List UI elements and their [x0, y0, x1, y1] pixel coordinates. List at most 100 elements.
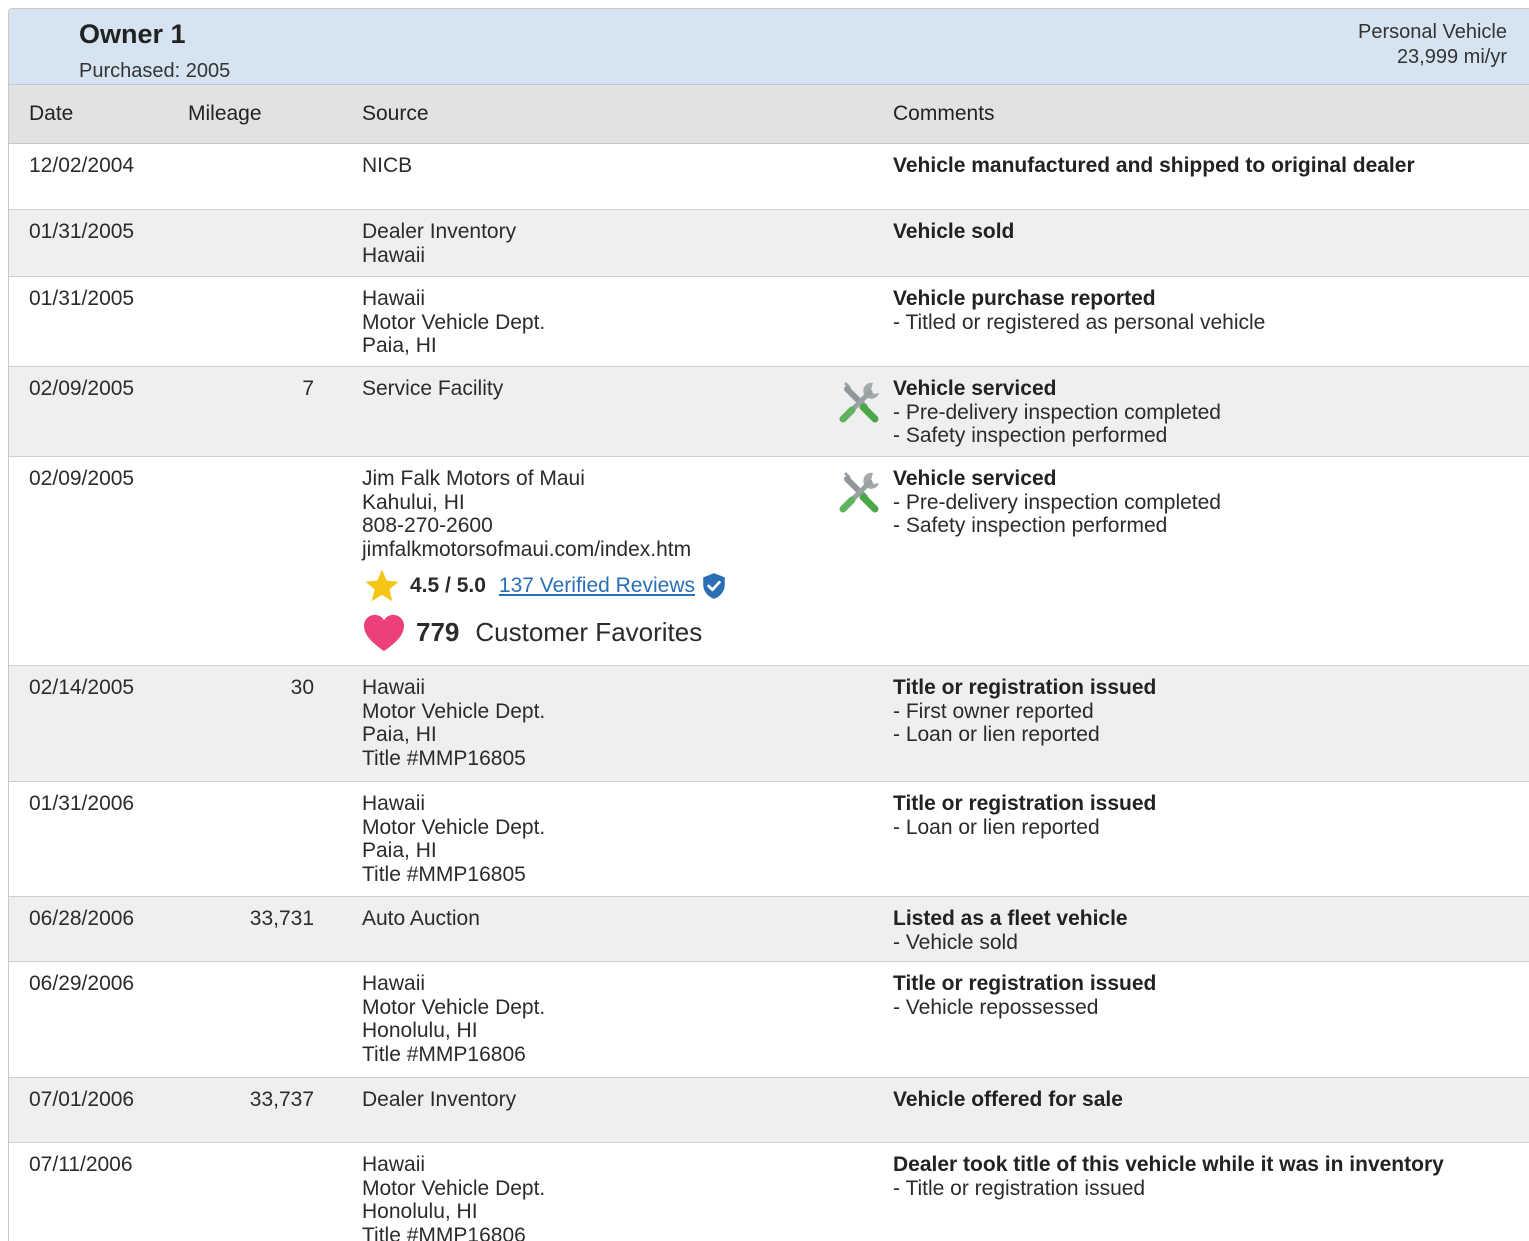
source-line: Kahului, HI — [362, 491, 727, 515]
table-row: 12/02/2004 NICB Vehicle manufactured and … — [9, 144, 1529, 210]
row-date: 12/02/2004 — [29, 154, 134, 178]
comment-title-text: Listed as a fleet vehicle — [893, 907, 1128, 930]
table-row: 07/01/2006 33,737 Dealer Inventory Vehicle… — [9, 1078, 1529, 1143]
row-date: 02/09/2005 — [29, 377, 134, 401]
table-row: 01/31/2006HawaiiMotor Vehicle Dept.Paia,… — [9, 782, 1529, 897]
row-comments: Vehicle sold — [893, 220, 1014, 244]
purchase-year: Purchased: 2005 — [79, 60, 230, 83]
source-line: Service Facility — [362, 377, 503, 401]
source-line: Motor Vehicle Dept. — [362, 816, 545, 840]
source-line: Paia, HI — [362, 839, 545, 863]
source-line: Auto Auction — [362, 907, 480, 931]
row-source: Dealer InventoryHawaii — [362, 220, 516, 267]
comment-title-text: Vehicle offered for sale — [893, 1088, 1123, 1111]
table-row: 06/29/2006HawaiiMotor Vehicle Dept.Honol… — [9, 962, 1529, 1078]
row-comments: Listed as a fleet vehicle- Vehicle sold — [893, 907, 1128, 954]
table-row: 06/28/200633,731Auto Auction Listed as a… — [9, 897, 1529, 962]
source-line: Hawaii — [362, 287, 545, 311]
comment-title-text: Dealer took title of this vehicle while … — [893, 1153, 1444, 1176]
wrench-screwdriver-icon — [835, 377, 883, 425]
source-line: Title #MMP16805 — [362, 863, 545, 887]
source-line: Hawaii — [362, 1153, 545, 1177]
table-row: 02/09/2005 7 Service Facility Vehicle serv… — [9, 367, 1529, 457]
verified-badge-icon — [701, 572, 727, 600]
comment-detail: - Titled or registered as personal vehic… — [893, 311, 1265, 335]
comment-detail: - Safety inspection performed — [893, 514, 1221, 538]
source-line: 808-270-2600 — [362, 514, 727, 538]
row-comments: Vehicle serviced- Pre-delivery inspectio… — [893, 377, 1221, 448]
row-source: HawaiiMotor Vehicle Dept.Honolulu, HITit… — [362, 972, 545, 1066]
row-date: 06/28/2006 — [29, 907, 134, 931]
comment-title: Vehicle offered for sale — [893, 1088, 1123, 1112]
row-source: NICB — [362, 154, 412, 178]
source-line: Motor Vehicle Dept. — [362, 996, 545, 1020]
comment-title: Vehicle serviced — [893, 467, 1221, 491]
row-source: HawaiiMotor Vehicle Dept.Honolulu, HITit… — [362, 1153, 545, 1241]
rating-value: 4.5 / 5.0 — [410, 574, 486, 598]
row-source: HawaiiMotor Vehicle Dept.Paia, HI — [362, 287, 545, 358]
owner-summary: Personal Vehicle 23,999 mi/yr — [1358, 20, 1507, 70]
star-icon — [362, 567, 402, 605]
comment-title-text: Vehicle serviced — [893, 377, 1056, 400]
comment-title: Title or registration issued — [893, 676, 1156, 700]
comment-title: Vehicle serviced — [893, 377, 1221, 401]
row-comments: Title or registration issued- Loan or li… — [893, 792, 1156, 839]
comment-title: Dealer took title of this vehicle while … — [893, 1153, 1444, 1177]
comment-title: Vehicle sold — [893, 220, 1014, 244]
col-date-header: Date — [29, 102, 73, 126]
table-row: 01/31/2005 HawaiiMotor Vehicle Dept.Paia,… — [9, 277, 1529, 367]
source-line: Dealer Inventory — [362, 220, 516, 244]
source-line: Motor Vehicle Dept. — [362, 311, 545, 335]
comment-detail: - Pre-delivery inspection completed — [893, 401, 1221, 425]
row-source: Auto Auction — [362, 907, 480, 931]
row-date: 07/01/2006 — [29, 1088, 134, 1112]
comment-detail: - Safety inspection performed — [893, 424, 1221, 448]
comment-title-text: Vehicle purchase reported — [893, 287, 1156, 310]
comment-detail: - Title or registration issued — [893, 1177, 1444, 1201]
customer-favorites: 779 Customer Favorites — [362, 611, 727, 655]
comment-detail: - First owner reported — [893, 700, 1156, 724]
source-line: Dealer Inventory — [362, 1088, 516, 1112]
row-date: 07/11/2006 — [29, 1153, 133, 1177]
row-mileage: 7 — [189, 377, 314, 401]
owner-history-panel: Owner 1 Purchased: 2005 Personal Vehicle… — [8, 8, 1529, 1241]
comment-detail: - Loan or lien reported — [893, 723, 1156, 747]
comment-title-text: Title or registration issued — [893, 792, 1156, 815]
row-comments: Vehicle manufactured and shipped to orig… — [893, 154, 1415, 178]
favorites-label: Customer Favorites — [475, 621, 702, 645]
row-date: 01/31/2005 — [29, 287, 134, 311]
table-header: Date Mileage Source Comments — [9, 85, 1529, 144]
row-comments: Vehicle offered for sale — [893, 1088, 1123, 1112]
row-source: HawaiiMotor Vehicle Dept.Paia, HITitle #… — [362, 676, 545, 770]
comment-title: Listed as a fleet vehicle — [893, 907, 1128, 931]
verified-reviews-link[interactable]: 137 Verified Reviews — [499, 574, 695, 598]
row-date: 01/31/2005 — [29, 220, 134, 244]
source-line: Honolulu, HI — [362, 1200, 545, 1224]
row-comments: Title or registration issued- First owne… — [893, 676, 1156, 747]
row-mileage: 30 — [189, 676, 314, 700]
row-source: Dealer Inventory — [362, 1088, 516, 1112]
comment-detail: - Loan or lien reported — [893, 816, 1156, 840]
comment-title: Title or registration issued — [893, 792, 1156, 816]
comment-title: Vehicle purchase reported — [893, 287, 1265, 311]
dealer-rating: 4.5 / 5.0 137 Verified Reviews — [362, 569, 727, 603]
source-line: NICB — [362, 154, 412, 178]
source-line: Jim Falk Motors of Maui — [362, 467, 727, 491]
row-source: Jim Falk Motors of MauiKahului, HI808-27… — [362, 467, 727, 655]
favorites-count: 779 — [416, 621, 459, 645]
table-row: 02/09/2005 Jim Falk Motors of MauiKahului… — [9, 457, 1529, 666]
source-line: jimfalkmotorsofmaui.com/index.htm — [362, 538, 727, 562]
row-source: Service Facility — [362, 377, 503, 401]
comment-title: Vehicle manufactured and shipped to orig… — [893, 154, 1415, 178]
source-line: Hawaii — [362, 792, 545, 816]
vehicle-type: Personal Vehicle — [1358, 20, 1507, 45]
row-comments: Dealer took title of this vehicle while … — [893, 1153, 1444, 1200]
row-date: 02/14/2005 — [29, 676, 134, 700]
col-source-header: Source — [362, 102, 429, 126]
comment-title-text: Title or registration issued — [893, 972, 1156, 995]
comment-detail: - Vehicle repossessed — [893, 996, 1156, 1020]
source-line: Hawaii — [362, 244, 516, 268]
row-mileage: 33,737 — [189, 1088, 314, 1112]
wrench-screwdriver-icon — [835, 467, 883, 515]
row-date: 02/09/2005 — [29, 467, 134, 491]
